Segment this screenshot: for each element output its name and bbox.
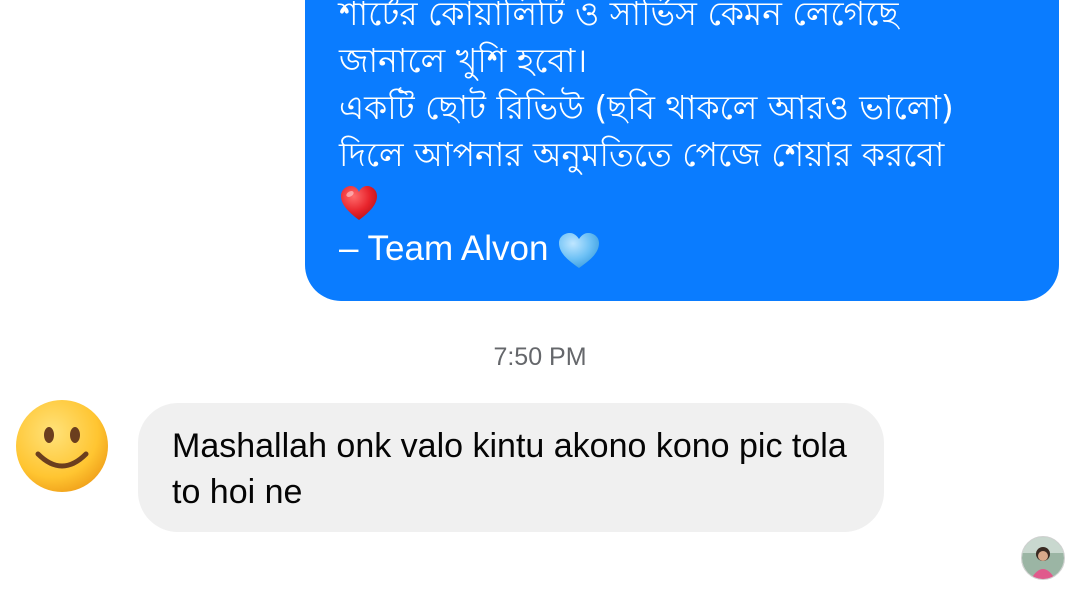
outgoing-message-bubble[interactable]: শার্টের কোয়ালিটি ও সার্ভিস কেমন লেগেছে …: [305, 0, 1059, 301]
incoming-message-bubble[interactable]: Mashallah onk valo kintu akono kono pic …: [138, 403, 884, 532]
signature-line: – Team Alvon: [339, 225, 1035, 272]
outgoing-message-text: শার্টের কোয়ালিটি ও সার্ভিস কেমন লেগেছে …: [339, 0, 1035, 272]
incoming-message-text: Mashallah onk valo kintu akono kono pic …: [172, 427, 847, 511]
chat-thread: শার্টের কোয়ালিটি ও সার্ভিস কেমন লেগেছে …: [0, 0, 1080, 612]
message-timestamp: 7:50 PM: [493, 343, 587, 371]
message-line: জানালে খুশি হবো।: [339, 41, 588, 80]
message-line: দিলে আপনার অনুমতিতে পেজে শেয়ার করবো: [339, 135, 945, 174]
seen-indicator-avatar: [1021, 536, 1065, 580]
message-line: একটি ছোট রিভিউ (ছবি থাকলে আরও ভালো): [339, 88, 954, 127]
user-avatar: [1022, 537, 1064, 579]
message-line: শার্টের কোয়ালিটি ও সার্ভিস কেমন লেগেছে: [339, 0, 899, 33]
smiley-face-icon[interactable]: [14, 398, 110, 494]
red-heart-icon: [341, 185, 377, 220]
heart-line: [339, 178, 1035, 225]
signature-text: – Team Alvon: [339, 229, 549, 268]
blue-heart-icon: [558, 232, 599, 268]
